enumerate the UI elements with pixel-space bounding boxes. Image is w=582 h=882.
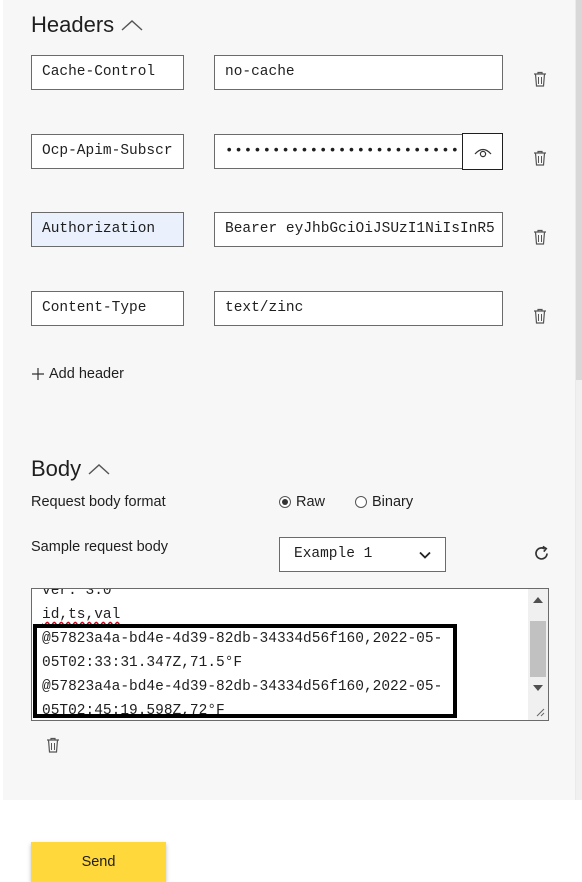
trash-icon[interactable]	[533, 150, 547, 166]
chevron-up-icon[interactable]	[87, 462, 111, 476]
sample-body-select[interactable]: Example 1	[279, 537, 446, 572]
radio-circle[interactable]	[355, 496, 367, 508]
refresh-icon[interactable]	[533, 545, 550, 562]
plus-icon	[32, 368, 44, 380]
raw-radio-label: Raw	[296, 494, 326, 510]
header-name-input[interactable]: Content-Type	[31, 291, 184, 326]
chevron-up-icon[interactable]	[120, 18, 144, 32]
scroll-up-arrow[interactable]	[533, 597, 543, 603]
trash-icon[interactable]	[533, 308, 547, 324]
send-button-label: Send	[81, 854, 116, 870]
body-section-title[interactable]: Body	[31, 456, 111, 482]
radio-circle[interactable]	[279, 496, 291, 508]
header-name-input[interactable]: Cache-Control	[31, 55, 184, 90]
eye-icon	[474, 148, 491, 157]
header-value-password-input[interactable]: ••••••••••••••••••••••••••	[214, 134, 463, 169]
show-value-button[interactable]	[462, 133, 503, 170]
binary-radio[interactable]: Binary	[355, 494, 413, 510]
request-body-format-label: Request body format	[31, 494, 166, 510]
header-name-input[interactable]: Ocp-Apim-Subscr	[31, 134, 184, 169]
header-value-input[interactable]: no-cache	[214, 55, 503, 90]
trash-icon[interactable]	[46, 737, 60, 753]
resize-handle-icon[interactable]	[535, 707, 545, 717]
add-header-button[interactable]: Add header	[31, 366, 124, 382]
raw-radio[interactable]: Raw	[279, 494, 325, 510]
textarea-scrollbar[interactable]	[528, 589, 548, 720]
page-scrollbar[interactable]	[576, 0, 582, 800]
binary-radio-label: Binary	[372, 494, 414, 510]
scroll-down-arrow[interactable]	[533, 685, 543, 691]
body-title: Body	[31, 456, 82, 481]
headers-title: Headers	[31, 12, 115, 37]
highlight-box	[33, 624, 457, 718]
header-value-input[interactable]: text/zinc	[214, 291, 503, 326]
body-line: ver: 3.0	[42, 588, 112, 599]
sample-body-selected: Example 1	[294, 546, 373, 562]
sample-request-body-label: Sample request body	[31, 539, 169, 555]
trash-icon[interactable]	[533, 229, 547, 245]
headers-section-title[interactable]: Headers	[31, 12, 144, 38]
add-header-label: Add header	[49, 366, 124, 382]
body-line-text: id,ts,val	[42, 607, 121, 623]
header-name-input[interactable]: Authorization	[31, 212, 184, 247]
send-button[interactable]: Send	[31, 842, 166, 882]
header-value-input[interactable]: Bearer eyJhbGciOiJSUzI1NiIsInR5	[214, 212, 503, 247]
textarea-scrollbar-thumb[interactable]	[530, 621, 546, 677]
chevron-down-icon	[419, 551, 431, 559]
page-scrollbar-thumb[interactable]	[576, 0, 582, 380]
trash-icon[interactable]	[533, 71, 547, 87]
